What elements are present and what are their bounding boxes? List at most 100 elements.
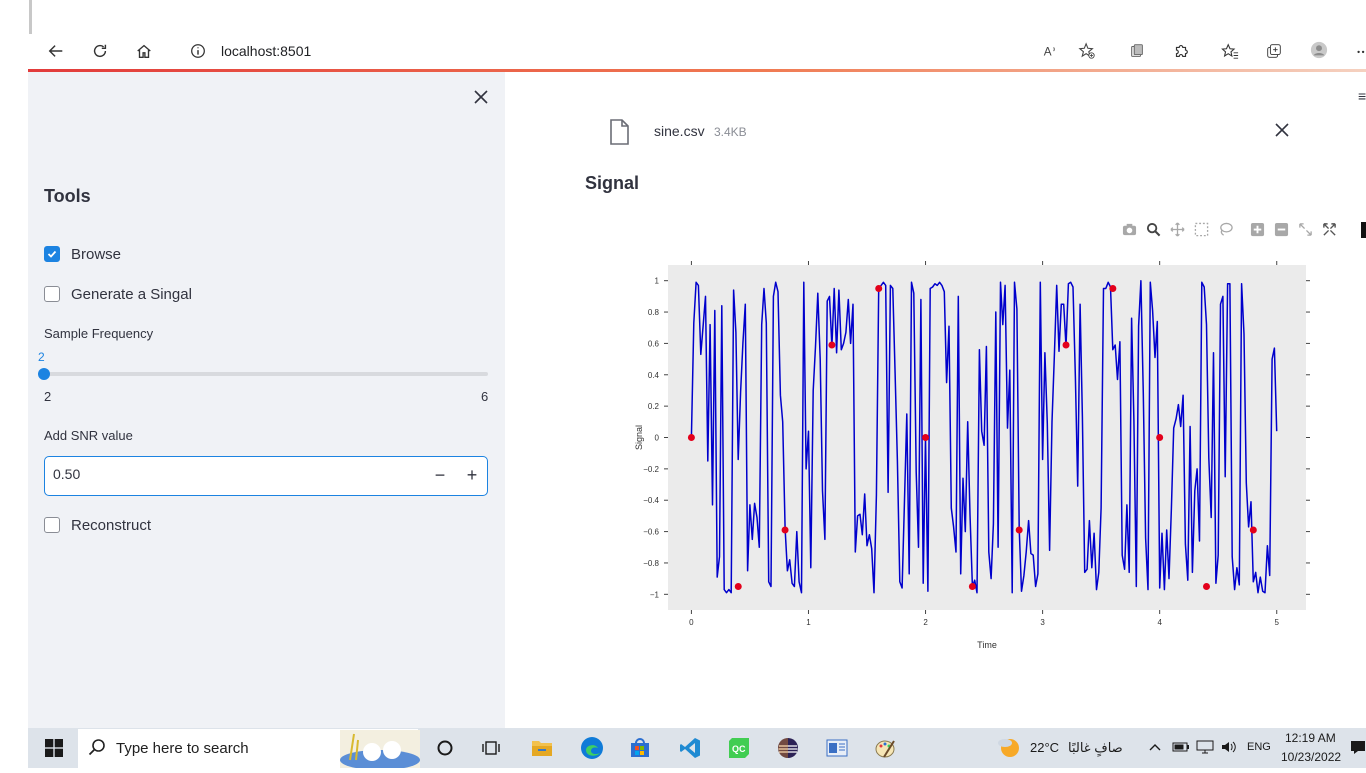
windows-start-icon[interactable] <box>40 734 68 762</box>
snr-input-field[interactable] <box>53 466 413 482</box>
paint-icon[interactable] <box>870 734 900 762</box>
window-edge <box>29 0 32 34</box>
y-tick-label: 0.8 <box>648 308 660 317</box>
read-aloud-glyph: A <box>1044 46 1052 59</box>
refresh-icon[interactable] <box>88 39 112 63</box>
y-tick-label: −0.4 <box>643 496 659 505</box>
browse-checkbox[interactable]: Browse <box>44 242 121 266</box>
volume-icon[interactable] <box>1220 740 1238 759</box>
weather-icon[interactable] <box>996 735 1022 764</box>
app-window-icon[interactable] <box>822 734 852 762</box>
y-tick-label: 0 <box>655 434 660 443</box>
x-tick-label: 3 <box>1040 618 1045 627</box>
eclipse-icon[interactable] <box>773 734 803 762</box>
sidebar-close-button[interactable] <box>470 86 492 108</box>
file-icon <box>607 119 631 150</box>
input-language[interactable]: ENG <box>1247 741 1271 753</box>
generate-signal-checkbox[interactable]: Generate a Singal <box>44 282 192 306</box>
sample-frequency-label: Sample Frequency <box>44 326 154 341</box>
qt-creator-icon[interactable]: QC <box>724 734 754 762</box>
more-icon[interactable] <box>1352 39 1366 63</box>
checkbox-unchecked-icon[interactable] <box>44 286 60 302</box>
remove-file-button[interactable] <box>1271 119 1293 141</box>
notifications-icon[interactable] <box>1350 739 1366 760</box>
browse-label: Browse <box>71 245 122 263</box>
y-tick-label: 1 <box>655 277 660 286</box>
sample-frequency-slider-thumb[interactable] <box>38 368 50 380</box>
back-icon[interactable] <box>44 39 68 63</box>
x-tick-label: 0 <box>689 618 694 627</box>
y-tick-label: −0.2 <box>643 465 659 474</box>
cortana-icon[interactable] <box>430 734 460 762</box>
lasso-select-icon[interactable] <box>1216 220 1234 238</box>
close-icon <box>474 90 488 104</box>
reset-axes-icon[interactable] <box>1320 220 1338 238</box>
x-axis-label: Time <box>977 640 997 650</box>
file-explorer-icon[interactable] <box>527 734 557 762</box>
signal-chart[interactable]: 1 0.8 0.6 0.4 0.2 0 −0.2 −0.4 −0.6 −0.8 −1 0 1 2 3 4 5 Ti… <box>630 255 1330 665</box>
collections-icon[interactable] <box>1262 39 1286 63</box>
info-icon[interactable] <box>186 39 210 63</box>
add-favorite-icon[interactable] <box>1075 39 1099 63</box>
zoom-in-icon[interactable] <box>1248 220 1266 238</box>
url-text[interactable]: localhost:8501 <box>221 43 311 59</box>
main-menu-button[interactable]: ≡ <box>1358 88 1366 104</box>
camera-icon[interactable] <box>1120 220 1138 238</box>
autoscale-icon[interactable] <box>1296 220 1314 238</box>
snr-increment-button[interactable]: + <box>458 462 486 488</box>
read-aloud-icon[interactable]: A <box>1038 39 1062 63</box>
snr-label: Add SNR value <box>44 428 133 443</box>
extension-icon[interactable] <box>1125 39 1149 63</box>
slider-current-value: 2 <box>38 350 45 364</box>
weather-description[interactable]: صافٍ غالبًا <box>1068 740 1123 756</box>
puzzle-icon[interactable] <box>1169 39 1193 63</box>
edge-browser-icon[interactable] <box>577 734 607 762</box>
box-select-icon[interactable] <box>1192 220 1210 238</box>
sample-frequency-slider-track[interactable] <box>44 372 488 376</box>
reconstruct-label: Reconstruct <box>71 516 152 534</box>
clock-time[interactable]: 12:19 AM <box>1285 731 1336 745</box>
scrollbar-edge <box>1361 222 1366 238</box>
profile-icon[interactable] <box>1307 38 1331 62</box>
x-tick-label: 5 <box>1275 618 1280 627</box>
sample-point <box>922 434 930 441</box>
favorites-icon[interactable] <box>1218 39 1242 63</box>
clock-date[interactable]: 10/23/2022 <box>1281 750 1341 764</box>
y-axis-label: Signal <box>634 425 644 450</box>
y-tick-label: 0.2 <box>648 402 660 411</box>
network-icon[interactable] <box>1196 740 1214 759</box>
sample-point <box>1062 341 1070 349</box>
taskbar-search-placeholder[interactable]: Type here to search <box>116 740 249 757</box>
task-view-icon[interactable] <box>477 734 507 762</box>
uploaded-file-name: sine.csv <box>654 123 705 139</box>
microsoft-store-icon[interactable] <box>625 734 655 762</box>
y-tick-label: 0.4 <box>648 371 660 380</box>
svg-text:QC: QC <box>732 744 746 754</box>
battery-icon[interactable] <box>1172 740 1190 759</box>
section-title: Signal <box>585 173 640 193</box>
chart-modebar <box>1120 216 1338 242</box>
pan-icon[interactable] <box>1168 220 1186 238</box>
chevron-up-icon[interactable] <box>1148 740 1162 759</box>
slider-min-label: 2 <box>44 389 52 404</box>
weather-temperature[interactable]: 22°C <box>1030 740 1059 755</box>
home-icon[interactable] <box>132 39 156 63</box>
y-tick-label: −1 <box>650 590 660 599</box>
y-tick-label: −0.8 <box>643 559 659 568</box>
x-tick-label: 4 <box>1157 618 1162 627</box>
sample-point <box>1156 434 1164 441</box>
sample-point <box>781 526 789 534</box>
x-tick-label: 1 <box>806 618 811 627</box>
generate-signal-label: Generate a Singal <box>71 285 192 303</box>
vscode-icon[interactable] <box>675 734 705 762</box>
snr-decrement-button[interactable]: − <box>426 462 454 488</box>
window-top-strip <box>0 0 1366 34</box>
sidebar-title: Tools <box>44 186 91 206</box>
reconstruct-checkbox[interactable]: Reconstruct <box>44 513 151 537</box>
zoom-icon[interactable] <box>1144 220 1162 238</box>
sidebar <box>28 72 505 728</box>
close-icon <box>1275 123 1289 137</box>
zoom-out-icon[interactable] <box>1272 220 1290 238</box>
checkbox-unchecked-icon[interactable] <box>44 517 60 533</box>
checkbox-checked-icon[interactable] <box>44 246 60 262</box>
